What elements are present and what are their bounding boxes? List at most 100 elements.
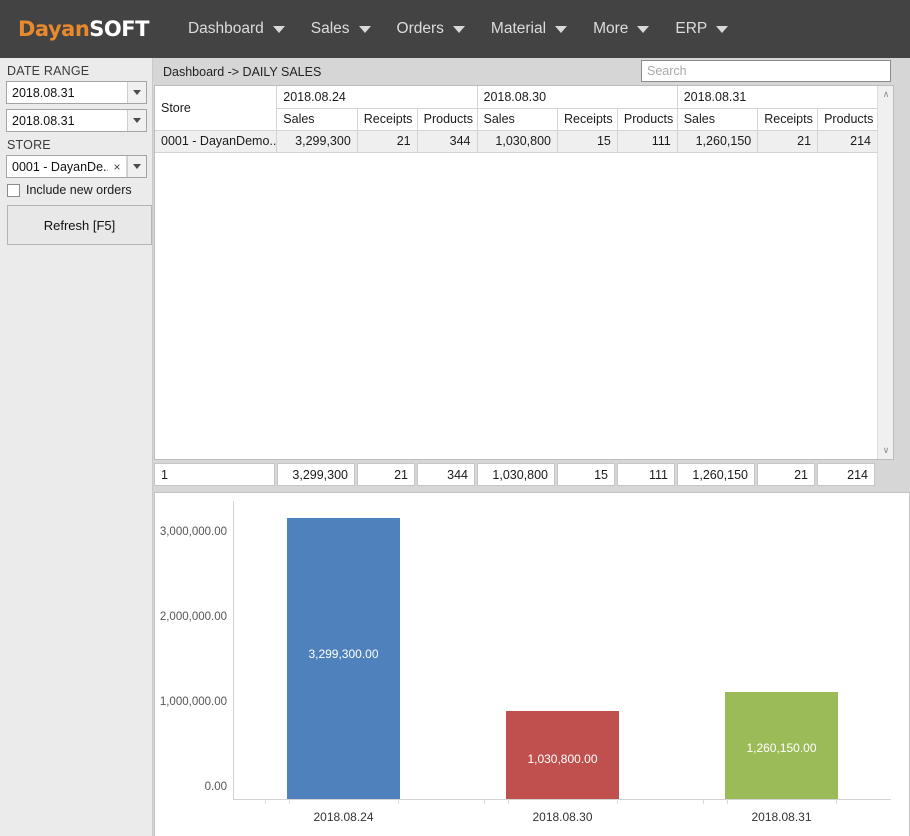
chart-bar[interactable]: 1,030,800.00 [505,711,620,799]
chevron-down-icon [133,164,141,169]
cell-receipts-2: 15 [557,130,618,153]
date-from-value: 2018.08.31 [12,85,75,100]
column-header-sales-1[interactable]: Sales [276,108,358,131]
menu-label: More [593,20,629,37]
y-axis-tick-label: 3,000,000.00 [159,525,227,538]
cell-sales-2: 1,030,800 [477,130,558,153]
x-axis-notch [836,799,838,804]
menu-item-dashboard[interactable]: Dashboard [175,14,298,44]
filter-sidebar: DATE RANGE 2018.08.31 2018.08.31 STORE 0… [0,58,153,836]
column-group-date-2[interactable]: 2018.08.30 [477,86,678,109]
x-axis-tick-label: 2018.08.30 [532,810,593,824]
chevron-down-icon [133,90,141,95]
chevron-down-icon [452,25,465,33]
date-from-dropdown-arrow[interactable] [127,82,146,103]
chart-bar[interactable]: 3,299,300.00 [286,518,401,799]
menu-item-erp[interactable]: ERP [662,14,741,44]
summary-receipts-2: 15 [557,463,615,486]
store-dropdown-arrow[interactable] [127,156,146,177]
cell-products-1: 344 [417,130,478,153]
chart-bar-value-label: 1,030,800.00 [527,751,598,766]
breadcrumb-bar: Dashboard -> DAILY SALES [154,58,910,85]
column-header-sales-3[interactable]: Sales [677,108,759,131]
summary-sales-3: 1,260,150 [677,463,755,486]
refresh-button[interactable]: Refresh [F5] [7,205,152,245]
top-navigation-bar: DayanSOFT Dashboard Sales Orders Materia… [0,0,910,58]
x-axis-notch [483,799,485,804]
date-to-dropdown-arrow[interactable] [127,110,146,131]
scroll-down-icon[interactable]: ∨ [878,442,894,459]
date-to-dropdown[interactable]: 2018.08.31 [6,109,147,132]
grid-body: 0001 - DayanDemo... 3,299,300 21 344 1,0… [155,130,878,153]
search-input[interactable] [641,60,891,82]
cell-store: 0001 - DayanDemo... [155,130,278,153]
x-axis-notch [264,799,266,804]
grid-header: Store 2018.08.24 2018.08.30 2018.08.31 S… [155,86,879,131]
summary-receipts-1: 21 [357,463,415,486]
chart-bar-value-label: 3,299,300.00 [308,647,379,662]
x-axis-tick-label: 2018.08.31 [751,810,812,824]
menu-label: Sales [310,20,350,37]
x-axis-notch [398,799,400,804]
column-header-store[interactable]: Store [155,86,278,131]
menu-item-material[interactable]: Material [478,14,580,44]
include-new-orders-row[interactable]: Include new orders [7,183,146,197]
main-content: Dashboard -> DAILY SALES Store 2018.08.2… [154,58,910,836]
grid-table: Store 2018.08.24 2018.08.30 2018.08.31 S… [155,86,879,153]
menu-item-more[interactable]: More [580,14,662,44]
summary-receipts-3: 21 [757,463,815,486]
column-group-date-3[interactable]: 2018.08.31 [677,86,879,109]
menu-item-orders[interactable]: Orders [384,14,478,44]
x-axis-tick-label: 2018.08.24 [313,810,374,824]
date-from-dropdown[interactable]: 2018.08.31 [6,81,147,104]
x-axis-notch [702,799,704,804]
x-axis-notch [726,799,728,804]
summary-products-2: 111 [617,463,675,486]
summary-sales-1: 3,299,300 [277,463,355,486]
chevron-down-icon [716,25,729,33]
x-axis-notch [288,799,290,804]
chart-plot-area: 0.00 1,000,000.00 2,000,000.00 3,000,000.00… [160,501,891,824]
app-logo: DayanSOFT [18,17,149,41]
store-value: 0001 - DayanDe... [12,159,108,174]
cell-products-3: 214 [817,130,878,153]
cell-receipts-1: 21 [357,130,418,153]
x-axis-notch [617,799,619,804]
cell-sales-1: 3,299,300 [276,130,358,153]
menu-label: ERP [675,20,708,37]
summary-products-3: 214 [817,463,875,486]
column-header-receipts-3[interactable]: Receipts [757,108,819,131]
menu-label: Orders [396,20,444,37]
column-header-receipts-2[interactable]: Receipts [557,108,618,131]
y-axis-tick-label: 2,000,000.00 [159,610,227,623]
summary-products-1: 344 [417,463,475,486]
grid-vertical-scrollbar[interactable]: ∧ ∨ [877,86,893,459]
include-new-orders-label: Include new orders [26,183,132,197]
chart-bar-value-label: 1,260,150.00 [746,741,817,756]
summary-count: 1 [154,463,275,486]
breadcrumb: Dashboard -> DAILY SALES [163,64,322,79]
column-header-products-1[interactable]: Products [417,108,478,131]
chevron-down-icon [637,25,650,33]
table-row[interactable]: 0001 - DayanDemo... 3,299,300 21 344 1,0… [155,130,878,153]
y-axis-tick-label: 1,000,000.00 [159,695,227,708]
grid-summary-row: 1 3,299,300 21 344 1,030,800 15 111 1,26… [154,462,894,487]
summary-sales-2: 1,030,800 [477,463,555,486]
column-header-sales-2[interactable]: Sales [477,108,558,131]
store-dropdown[interactable]: 0001 - DayanDe... × [6,155,147,178]
column-header-receipts-1[interactable]: Receipts [357,108,418,131]
cell-products-2: 111 [617,130,678,153]
column-group-date-1[interactable]: 2018.08.24 [276,86,478,109]
application-window: DayanSOFT Dashboard Sales Orders Materia… [0,0,910,836]
logo-text-secondary: SOFT [89,17,149,41]
column-header-products-2[interactable]: Products [617,108,678,131]
date-to-value: 2018.08.31 [12,113,75,128]
clear-store-icon[interactable]: × [108,156,127,177]
chart-bar[interactable]: 1,260,150.00 [724,691,839,799]
logo-text-primary: Dayan [18,17,90,41]
column-header-products-3[interactable]: Products [817,108,878,131]
menu-item-sales[interactable]: Sales [298,14,384,44]
chevron-down-icon [358,25,371,33]
include-new-orders-checkbox[interactable] [7,183,20,197]
scroll-up-icon[interactable]: ∧ [878,86,894,103]
